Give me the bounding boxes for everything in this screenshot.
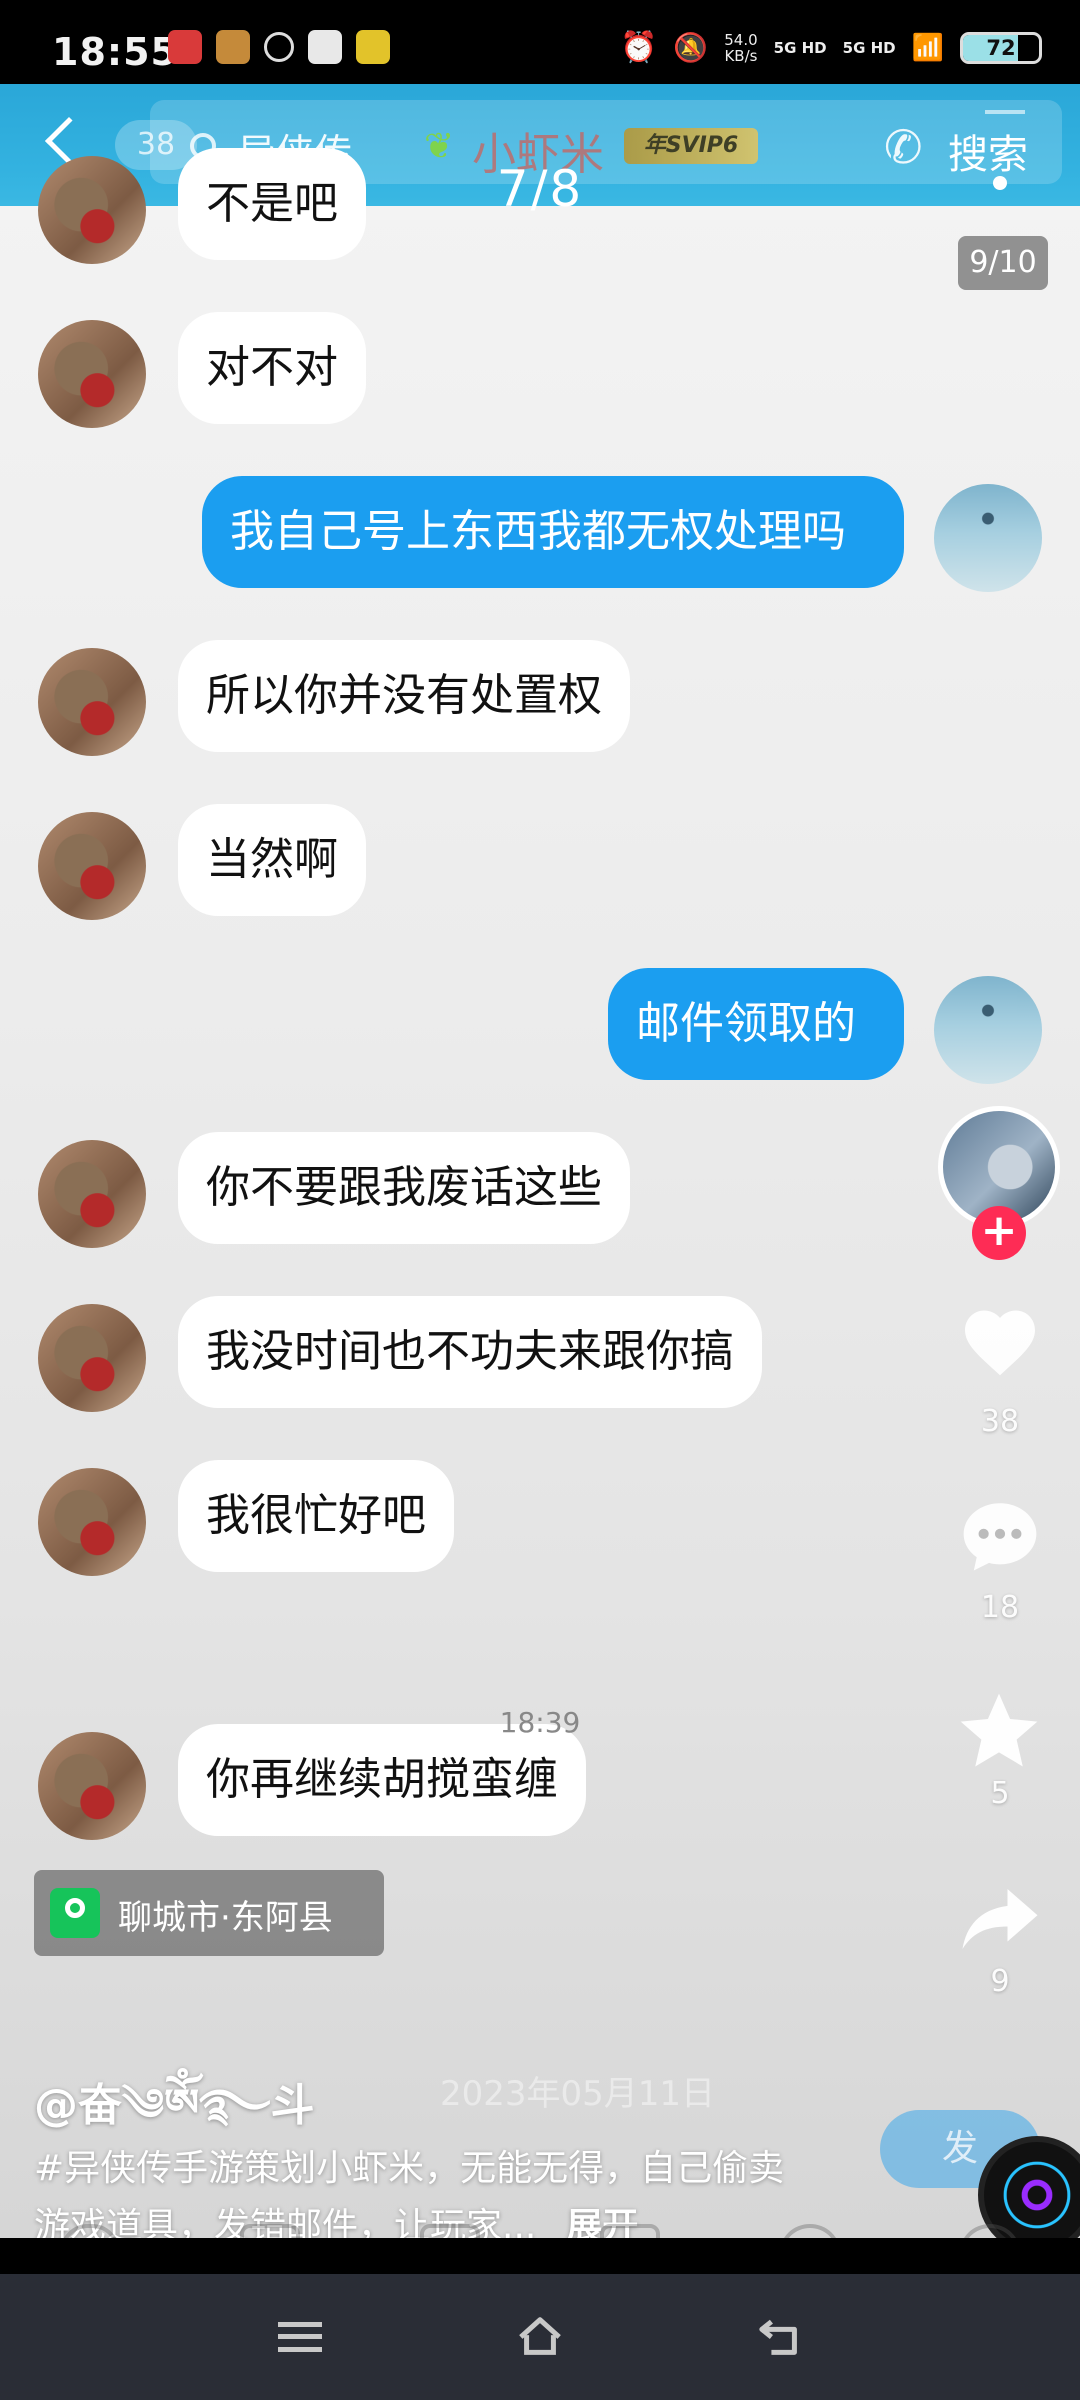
game-notification-icon xyxy=(216,30,250,64)
check-circle-icon xyxy=(264,32,294,62)
incoming-message[interactable]: 不是吧 xyxy=(178,148,366,260)
sender-avatar[interactable] xyxy=(38,320,146,428)
incoming-message[interactable]: 你不要跟我废话这些 xyxy=(178,1132,630,1244)
incoming-message[interactable]: 所以你并没有处置权 xyxy=(178,640,630,752)
status-bar: 18:55 ⏰ 🔕 54.0 KB/s 5G HD 5G HD 📶 72 xyxy=(0,0,1080,84)
incoming-message[interactable]: 当然啊 xyxy=(178,804,366,916)
image-icon xyxy=(240,2224,300,2238)
outgoing-message[interactable]: 我自己号上东西我都无权处理吗 xyxy=(202,476,904,588)
status-right: ⏰ 🔕 54.0 KB/s 5G HD 5G HD 📶 72 xyxy=(620,30,1042,65)
notification-icons xyxy=(168,30,390,64)
add-icon xyxy=(960,2224,1020,2238)
gift-icon xyxy=(600,2224,660,2238)
like-count: 38 xyxy=(980,1404,1020,1439)
sender-avatar[interactable] xyxy=(38,1304,146,1412)
comment-icon[interactable] xyxy=(956,1496,1044,1576)
more-icon[interactable] xyxy=(993,176,1007,190)
qq-icon xyxy=(308,30,342,64)
post-date: 2023年05月11日 xyxy=(440,2074,716,2114)
alarm-icon: ⏰ xyxy=(620,30,658,65)
image-counter: 9/10 xyxy=(958,236,1048,290)
svip-badge: 年SVIP6 xyxy=(624,128,758,164)
back-nav-icon[interactable] xyxy=(756,2314,806,2360)
sender-avatar[interactable] xyxy=(38,1732,146,1840)
outgoing-message[interactable]: 邮件领取的 xyxy=(608,968,904,1080)
camera-icon xyxy=(420,2224,480,2238)
location-text: 聊城市·东阿县 xyxy=(118,1898,333,1938)
menu-lines-icon xyxy=(985,110,1025,114)
like-heart-icon[interactable] xyxy=(958,1300,1042,1384)
share-count: 9 xyxy=(990,1964,1010,1999)
my-avatar[interactable] xyxy=(934,976,1042,1084)
sender-avatar[interactable] xyxy=(38,1140,146,1248)
sender-avatar[interactable] xyxy=(38,812,146,920)
my-avatar[interactable] xyxy=(934,484,1042,592)
sender-avatar[interactable] xyxy=(38,648,146,756)
location-tag[interactable]: 聊城市·东阿县 xyxy=(34,1870,384,1956)
wifi-icon: 📶 xyxy=(911,32,944,63)
share-arrow-icon[interactable] xyxy=(953,1874,1047,1964)
incoming-message[interactable]: 你再继续胡搅蛮缠 xyxy=(178,1724,586,1836)
incoming-message[interactable]: 我没时间也不功夫来跟你搞 xyxy=(178,1296,762,1408)
system-nav-bar xyxy=(0,2274,1080,2400)
comment-count: 18 xyxy=(980,1590,1020,1625)
battery-icon: 72 xyxy=(960,31,1042,64)
video-viewport[interactable]: 38 异侠传 ❦ 小虾米 年SVIP6 ✆ 搜索 7/8 9/10 不是吧对不对… xyxy=(0,84,1080,2238)
location-pin-icon xyxy=(50,1888,100,1938)
emoji-icon xyxy=(780,2224,840,2238)
chat-timestamp: 18:39 xyxy=(499,1706,581,1739)
home-icon[interactable] xyxy=(514,2314,566,2360)
sender-avatar[interactable] xyxy=(38,156,146,264)
chat-toolbar xyxy=(0,2224,1080,2238)
signal-1: 5G HD xyxy=(773,38,827,57)
chat-header: 38 异侠传 ❦ 小虾米 年SVIP6 ✆ 搜索 7/8 xyxy=(0,84,1080,218)
clock: 18:55 xyxy=(52,30,178,74)
follow-button[interactable]: + xyxy=(972,1206,1026,1260)
incoming-message[interactable]: 我很忙好吧 xyxy=(178,1460,454,1572)
favorite-star-icon[interactable] xyxy=(953,1686,1045,1778)
signal-2: 5G HD xyxy=(842,38,896,57)
favorite-count: 5 xyxy=(990,1776,1010,1811)
incoming-message[interactable]: 对不对 xyxy=(178,312,366,424)
mic-icon xyxy=(60,2224,120,2238)
page-indicator: 7/8 xyxy=(496,160,584,218)
app-notification-icon xyxy=(168,30,202,64)
recent-apps-icon[interactable] xyxy=(278,2322,322,2352)
network-speed: 54.0 KB/s xyxy=(724,30,758,65)
sender-avatar[interactable] xyxy=(38,1468,146,1576)
mute-icon: 🔕 xyxy=(673,31,709,64)
news-app-icon xyxy=(356,30,390,64)
